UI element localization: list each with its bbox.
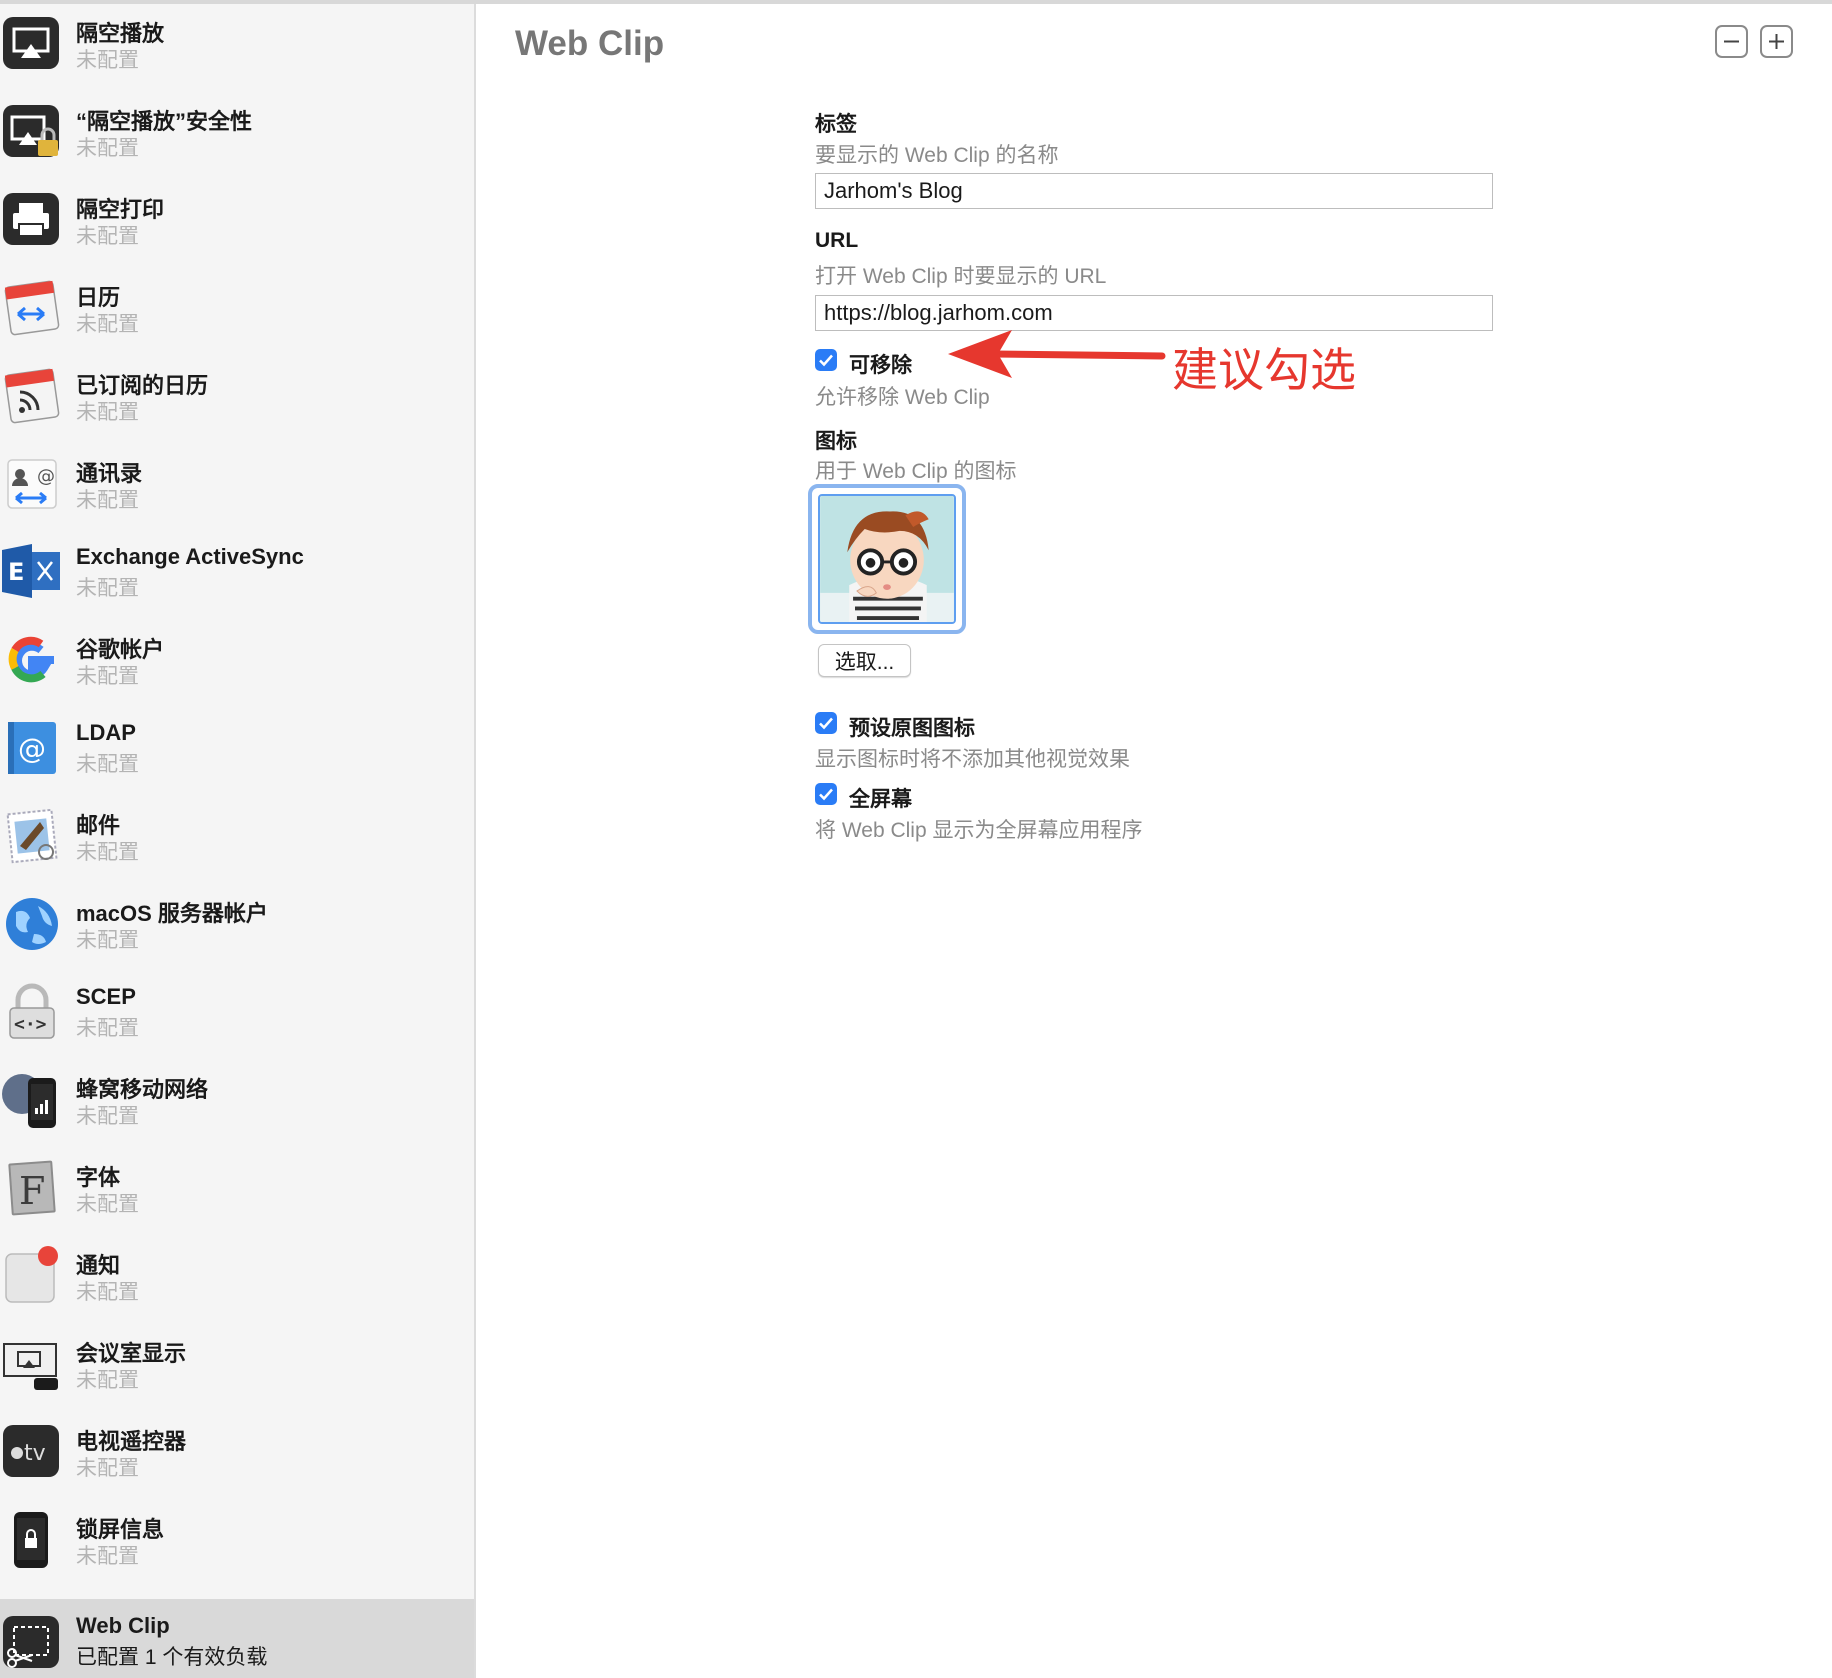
remove-payload-button[interactable] [1715,25,1748,58]
sidebar-item-mail[interactable]: 邮件 未配置 [0,796,474,884]
removable-description: 允许移除 Web Clip [815,386,990,409]
sidebar-item-apple-tv-remote[interactable]: tv 电视遥控器 未配置 [0,1412,474,1500]
sidebar-item-font[interactable]: F 字体 未配置 [0,1148,474,1236]
minus-icon [1724,40,1739,43]
url-field-description: 打开 Web Clip 时要显示的 URL [815,265,1107,288]
label-field-title: 标签 [815,113,857,136]
choose-icon-button[interactable]: 选取... [818,644,911,677]
web-clip-icon [2,1613,60,1671]
sidebar-item-status: 未配置 [76,1017,139,1040]
icon-field-description: 用于 Web Clip 的图标 [815,460,1017,483]
sidebar-item-contacts[interactable]: @ 通讯录 未配置 [0,444,474,532]
svg-text:@: @ [18,732,46,765]
checkmark-icon [819,354,833,367]
sidebar-item-lock-screen[interactable]: 锁屏信息 未配置 [0,1500,474,1588]
annotation-text: 建议勾选 [1172,344,1356,396]
sidebar-item-title: SCEP [76,984,136,1009]
sidebar-item-status: 未配置 [76,1105,139,1128]
sidebar-item-notifications[interactable]: 通知 未配置 [0,1236,474,1324]
add-payload-button[interactable] [1760,25,1793,58]
svg-text:<·>: <·> [14,1014,47,1035]
precomposed-label: 预设原图图标 [849,717,975,740]
sidebar-item-macos-server[interactable]: macOS 服务器帐户 未配置 [0,884,474,972]
sidebar-item-status: 未配置 [76,1545,139,1568]
sidebar-item-airprint[interactable]: 隔空打印 未配置 [0,180,474,268]
checkmark-icon [819,717,833,730]
sidebar-item-cellular[interactable]: 蜂窝移动网络 未配置 [0,1060,474,1148]
ldap-icon: @ [2,718,60,776]
fullscreen-checkbox[interactable] [815,783,837,805]
page-title: Web Clip [515,24,665,63]
removable-checkbox[interactable] [815,349,837,371]
sidebar-item-status: 未配置 [76,137,139,160]
svg-text:tv: tv [24,1441,46,1466]
conference-display-icon [2,1334,60,1392]
sidebar-item-status: 未配置 [76,1369,139,1392]
svg-text:F: F [19,1169,45,1213]
precomposed-description: 显示图标时将不添加其他视觉效果 [815,748,1130,771]
sidebar-item-airplay[interactable]: 隔空播放 未配置 [0,4,474,92]
sidebar-item-status: 未配置 [76,841,139,864]
sidebar-item-airplay-security[interactable]: “隔空播放”安全性 未配置 [0,92,474,180]
sidebar-item-title: Exchange ActiveSync [76,544,304,569]
google-icon [2,630,60,688]
exchange-icon: E [2,542,60,600]
sidebar-item-scep[interactable]: <·> SCEP 未配置 [0,972,474,1060]
payload-sidebar: 隔空播放 未配置 “隔空播放”安全性 未配置 隔空打印 未配置 日历 未配置 已… [0,4,476,1678]
web-clip-panel: Web Clip 标签 要显示的 Web Clip 的名称 URL 打开 Web… [476,4,1832,1678]
sidebar-item-status: 未配置 [76,753,139,776]
svg-text:@: @ [37,466,55,487]
sidebar-item-status: 未配置 [76,577,139,600]
sidebar-item-status: 未配置 [76,489,139,512]
sidebar-item-title: Web Clip [76,1613,170,1638]
airplay-icon [2,14,60,72]
font-icon: F [2,1158,60,1216]
sidebar-item-status: 已配置 1 个有效负载 [76,1646,268,1669]
sidebar-item-title: LDAP [76,720,136,745]
precomposed-checkbox[interactable] [815,712,837,734]
mail-icon [2,806,60,864]
sidebar-item-status: 未配置 [76,401,139,424]
globe-icon [2,894,60,952]
sidebar-item-exchange[interactable]: E Exchange ActiveSync 未配置 [0,532,474,620]
cartoon-avatar-image [820,496,954,622]
plus-icon [1769,34,1784,49]
sidebar-item-conference-room[interactable]: 会议室显示 未配置 [0,1324,474,1412]
sidebar-item-web-clip[interactable]: Web Clip 已配置 1 个有效负载 [0,1599,474,1678]
sidebar-item-ldap[interactable]: @ LDAP 未配置 [0,708,474,796]
avatar [818,494,956,624]
checkmark-icon [819,788,833,801]
svg-text:E: E [8,558,24,586]
icon-well[interactable] [808,484,966,634]
sidebar-item-status: 未配置 [76,1281,139,1304]
calendar-icon [2,278,60,336]
sidebar-item-status: 未配置 [76,1193,139,1216]
apple-tv-icon: tv [2,1422,60,1480]
sidebar-item-subscribed-calendar[interactable]: 已订阅的日历 未配置 [0,356,474,444]
sidebar-item-status: 未配置 [76,49,139,72]
sidebar-item-calendar[interactable]: 日历 未配置 [0,268,474,356]
label-input[interactable] [815,173,1493,209]
url-field-title: URL [815,229,859,252]
removable-label: 可移除 [849,354,912,377]
airplay-security-icon [2,102,60,160]
contacts-icon: @ [2,454,60,512]
cellular-icon [2,1070,60,1128]
sidebar-item-status: 未配置 [76,1457,139,1480]
icon-field-title: 图标 [815,430,857,453]
label-field-description: 要显示的 Web Clip 的名称 [815,144,1059,167]
subscribed-calendar-icon [2,366,60,424]
sidebar-item-status: 未配置 [76,313,139,336]
sidebar-item-status: 未配置 [76,665,139,688]
fullscreen-description: 将 Web Clip 显示为全屏幕应用程序 [815,819,1143,842]
lock-icon: <·> [2,982,60,1040]
notification-icon [2,1246,60,1304]
sidebar-item-google[interactable]: 谷歌帐户 未配置 [0,620,474,708]
sidebar-item-status: 未配置 [76,929,139,952]
sidebar-item-status: 未配置 [76,225,139,248]
printer-icon [2,190,60,248]
fullscreen-label: 全屏幕 [849,788,912,811]
lock-screen-icon [2,1510,60,1568]
